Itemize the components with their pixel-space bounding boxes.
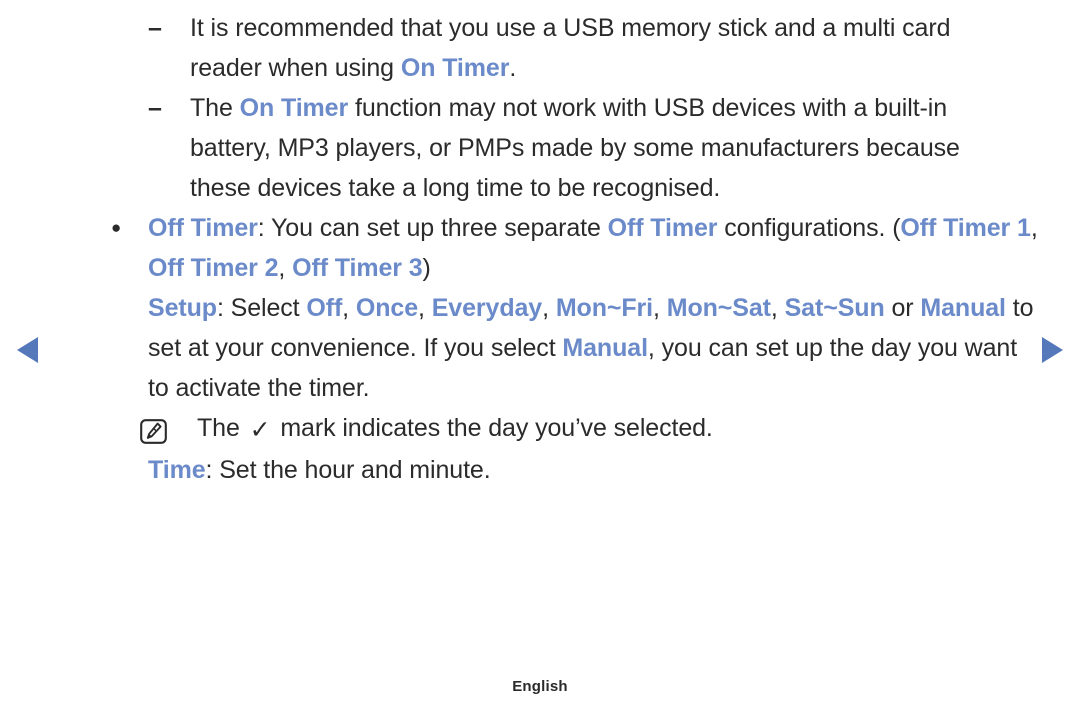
term-off-timer-2: Off Timer 2: [148, 254, 279, 282]
setup-text-7: or: [884, 294, 921, 322]
check-mark-icon: ✓: [249, 416, 271, 444]
offtimer-text-5: ): [422, 254, 431, 282]
term-mon-fri: Mon~Fri: [555, 294, 654, 322]
offtimer-text-3: ,: [1030, 214, 1038, 242]
term-on-timer: On Timer: [239, 94, 349, 122]
note-item-on-timer-limitation: – The On Timer function may not work wit…: [0, 88, 1080, 208]
paragraph-time: Time: Set the hour and minute.: [0, 450, 1080, 490]
dash-marker: –: [148, 94, 162, 122]
note-pencil-icon: [140, 416, 167, 444]
bullet-item-off-timer: ● Off Timer: You can set up three separa…: [0, 208, 1080, 288]
setup-text-4: ,: [542, 294, 556, 322]
term-off-timer-3: Off Timer 3: [292, 254, 423, 282]
manual-content: – It is recommended that you use a USB m…: [0, 0, 1080, 490]
term-sat-sun: Sat~Sun: [784, 294, 885, 322]
note-item-usb-recommendation: – It is recommended that you use a USB m…: [0, 8, 1080, 88]
term-off: Off: [306, 294, 343, 322]
term-off-timer: Off Timer: [148, 214, 258, 242]
footer-language: English: [512, 678, 568, 695]
term-off-timer-1: Off Timer 1: [900, 214, 1031, 242]
dash-marker: –: [148, 14, 162, 42]
tick-note-text-2: mark indicates the day you’ve selected.: [273, 414, 713, 442]
term-manual: Manual: [562, 334, 648, 362]
offtimer-text-4: ,: [278, 254, 293, 282]
note2-text-1: The: [190, 94, 240, 122]
term-mon-sat: Mon~Sat: [666, 294, 771, 322]
term-on-timer: On Timer: [400, 54, 510, 82]
note1-text-2: .: [509, 54, 517, 82]
offtimer-text-2: configurations. (: [717, 214, 901, 242]
term-time: Time: [148, 456, 206, 484]
setup-text-6: ,: [770, 294, 785, 322]
term-setup: Setup: [148, 294, 217, 322]
time-text-1: : Set the hour and minute.: [205, 456, 491, 484]
term-once: Once: [355, 294, 418, 322]
term-everyday: Everyday: [431, 294, 543, 322]
bullet-marker: ●: [111, 218, 122, 237]
term-off-timer-2: Off Timer: [607, 214, 718, 242]
note-tick-mark: The ✓ mark indicates the day you’ve sele…: [0, 408, 1080, 450]
setup-text-3: ,: [418, 294, 432, 322]
setup-text-1: : Select: [216, 294, 307, 322]
tick-note-text-1: The: [197, 414, 247, 442]
note1-text-1: It is recommended that you use a USB mem…: [190, 14, 951, 82]
term-manual: Manual: [920, 294, 1006, 322]
setup-text-2: ,: [342, 294, 356, 322]
offtimer-text-1: : You can set up three separate: [257, 214, 608, 242]
paragraph-setup: Setup: Select Off, Once, Everyday, Mon~F…: [0, 288, 1080, 408]
setup-text-5: ,: [653, 294, 667, 322]
